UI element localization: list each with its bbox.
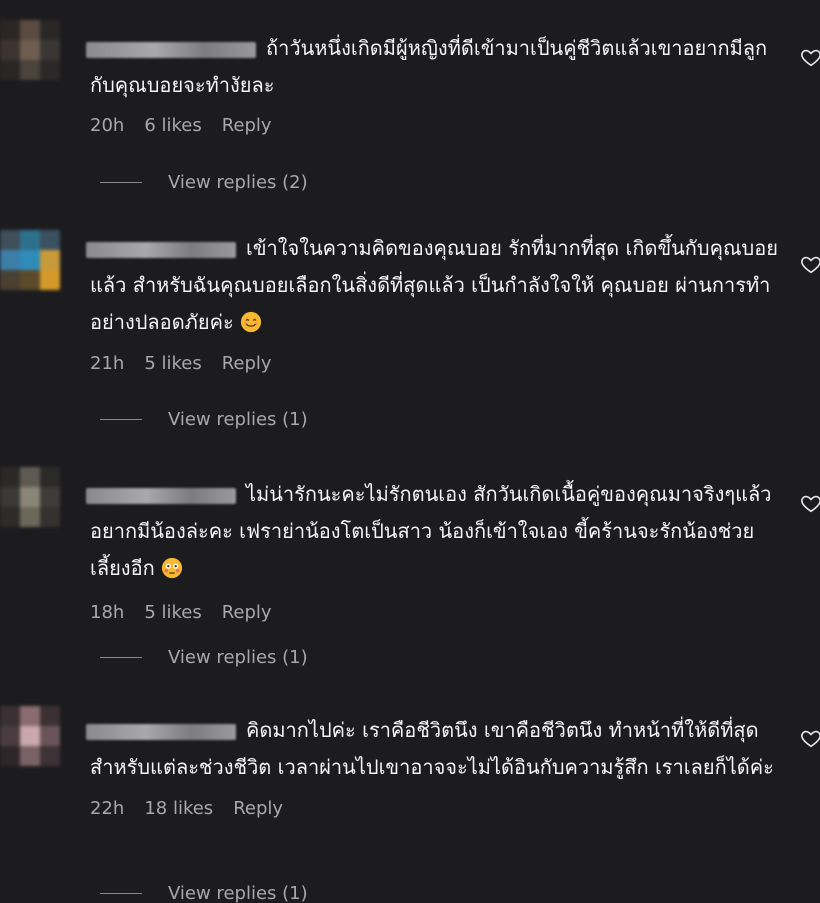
avatar-pixel — [0, 507, 20, 527]
avatar-pixel — [20, 726, 40, 746]
avatar-pixel — [40, 20, 60, 40]
avatar-pixel — [0, 706, 20, 726]
comment-meta: 22h 18 likes Reply — [90, 798, 790, 819]
flushed-face-emoji — [161, 557, 183, 579]
avatar[interactable] — [0, 20, 60, 80]
avatar-pixel — [40, 270, 60, 290]
avatar-pixel — [20, 40, 40, 60]
divider-line — [100, 893, 142, 894]
username[interactable] — [86, 487, 236, 504]
view-replies-button[interactable]: View replies (2) — [100, 172, 308, 193]
view-replies-label[interactable]: View replies (1) — [168, 409, 308, 430]
comment-meta: 21h 5 likes Reply — [90, 353, 790, 374]
comment-body: ไม่น่ารักนะคะไม่รักตนเอง สักวันเกิดเนื้อ… — [86, 476, 790, 623]
view-replies-label[interactable]: View replies (1) — [168, 883, 308, 903]
comment-text-wrap: ถ้าวันหนึ่งเกิดมีผู้หญิงที่ดีเข้ามาเป็นค… — [86, 30, 790, 104]
avatar-pixel — [0, 746, 20, 766]
comment-text-wrap: ไม่น่ารักนะคะไม่รักตนเอง สักวันเกิดเนื้อ… — [86, 476, 790, 587]
reply-button[interactable]: Reply — [222, 353, 272, 374]
comments-list: ถ้าวันหนึ่งเกิดมีผู้หญิงที่ดีเข้ามาเป็นค… — [0, 0, 820, 903]
comment-body: เข้าใจในความคิดของคุณบอย รักที่มากที่สุด… — [86, 230, 790, 374]
avatar[interactable] — [0, 467, 60, 527]
comment-likes[interactable]: 5 likes — [144, 602, 201, 623]
view-replies-button[interactable]: View replies (1) — [100, 647, 308, 668]
avatar-pixel — [0, 20, 20, 40]
avatar-pixel — [20, 467, 40, 487]
avatar-pixel — [0, 487, 20, 507]
avatar-pixel — [0, 726, 20, 746]
avatar-pixel — [40, 746, 60, 766]
divider-line — [100, 182, 142, 183]
comment-body: ถ้าวันหนึ่งเกิดมีผู้หญิงที่ดีเข้ามาเป็นค… — [86, 30, 790, 136]
avatar-pixel — [40, 487, 60, 507]
heart-icon[interactable] — [800, 253, 820, 275]
comment-time: 22h — [90, 798, 125, 819]
username[interactable] — [86, 41, 256, 58]
view-replies-label[interactable]: View replies (1) — [168, 647, 308, 668]
heart-icon[interactable] — [800, 492, 820, 514]
avatar[interactable] — [0, 230, 60, 290]
avatar-pixel — [40, 706, 60, 726]
avatar-pixel — [0, 250, 20, 270]
divider-line — [100, 419, 142, 420]
avatar-pixel — [40, 40, 60, 60]
avatar-pixel — [40, 726, 60, 746]
avatar-pixel — [20, 487, 40, 507]
view-replies-button[interactable]: View replies (1) — [100, 883, 308, 903]
username[interactable] — [86, 723, 236, 740]
view-replies-label[interactable]: View replies (2) — [168, 172, 308, 193]
avatar-pixel — [40, 230, 60, 250]
divider-line — [100, 657, 142, 658]
reply-button[interactable]: Reply — [222, 115, 272, 136]
avatar-pixel — [40, 250, 60, 270]
comment-text-wrap: เข้าใจในความคิดของคุณบอย รักที่มากที่สุด… — [86, 230, 790, 341]
comment-text-wrap: คิดมากไปค่ะ เราคือชีวิตนึง เขาคือชีวิตนึ… — [86, 712, 790, 786]
avatar-pixel — [20, 746, 40, 766]
avatar-pixel — [40, 507, 60, 527]
comment-likes[interactable]: 18 likes — [144, 798, 213, 819]
avatar-pixel — [20, 507, 40, 527]
avatar-pixel — [20, 270, 40, 290]
comment-meta: 20h 6 likes Reply — [90, 115, 790, 136]
comment-time: 20h — [90, 115, 125, 136]
heart-icon[interactable] — [800, 727, 820, 749]
comment-likes[interactable]: 6 likes — [144, 115, 201, 136]
avatar-pixel — [20, 60, 40, 80]
avatar[interactable] — [0, 706, 60, 766]
comment-time: 18h — [90, 602, 125, 623]
avatar-pixel — [20, 20, 40, 40]
heart-icon[interactable] — [800, 46, 820, 68]
comment-body: คิดมากไปค่ะ เราคือชีวิตนึง เขาคือชีวิตนึ… — [86, 712, 790, 819]
avatar-pixel — [0, 40, 20, 60]
avatar-pixel — [20, 230, 40, 250]
avatar-pixel — [0, 60, 20, 80]
avatar-pixel — [0, 467, 20, 487]
smiling-face-emoji — [240, 311, 262, 333]
view-replies-button[interactable]: View replies (1) — [100, 409, 308, 430]
avatar-pixel — [0, 230, 20, 250]
comment-time: 21h — [90, 353, 125, 374]
avatar-pixel — [20, 706, 40, 726]
reply-button[interactable]: Reply — [233, 798, 283, 819]
username[interactable] — [86, 241, 236, 258]
avatar-pixel — [20, 250, 40, 270]
avatar-pixel — [40, 60, 60, 80]
reply-button[interactable]: Reply — [222, 602, 272, 623]
avatar-pixel — [40, 467, 60, 487]
comment-likes[interactable]: 5 likes — [144, 353, 201, 374]
avatar-pixel — [0, 270, 20, 290]
comment-meta: 18h 5 likes Reply — [90, 602, 790, 623]
